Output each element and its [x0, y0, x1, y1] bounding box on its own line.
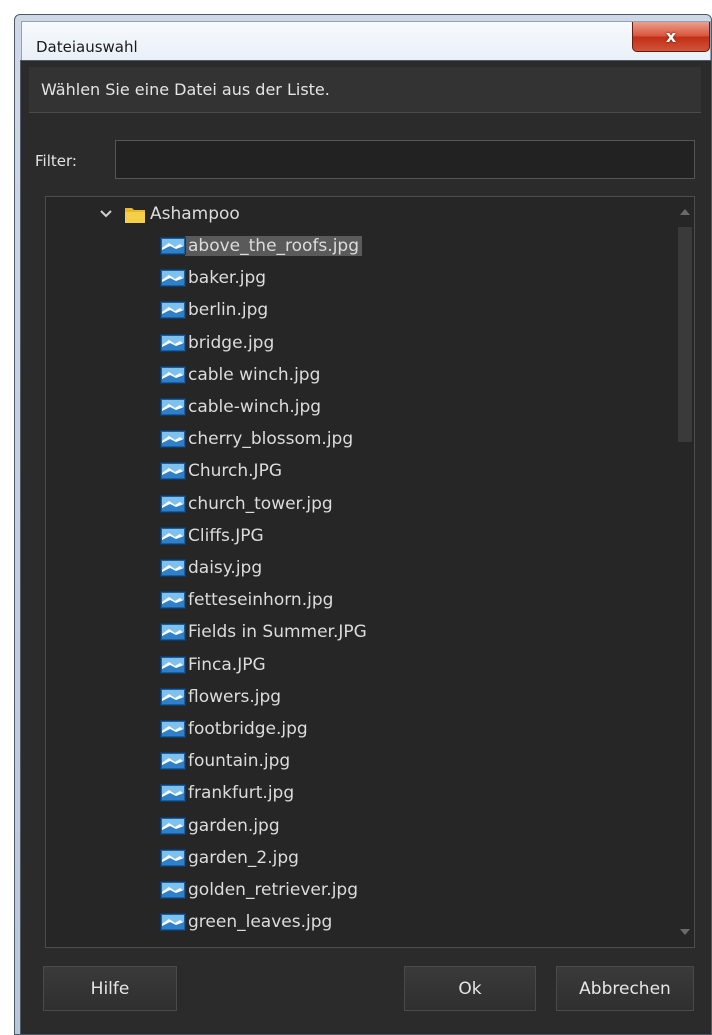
file-list-item[interactable]: cable winch.jpg — [160, 360, 320, 390]
filter-input[interactable] — [115, 140, 695, 179]
file-name: berlin.jpg — [188, 300, 269, 321]
file-name: Finca.JPG — [188, 654, 266, 675]
file-list-item[interactable]: garden.jpg — [160, 811, 280, 841]
file-list-item[interactable]: berlin.jpg — [160, 295, 268, 325]
cancel-button[interactable]: Abbrechen — [556, 966, 694, 1011]
image-file-icon — [160, 301, 186, 320]
file-list-item[interactable]: above_the_roofs.jpg — [160, 231, 362, 261]
tree-folder-row[interactable]: Ashampoo — [96, 199, 240, 229]
scroll-up-arrow-icon[interactable] — [675, 201, 694, 223]
image-file-icon — [160, 591, 186, 610]
file-list-item[interactable]: daisy.jpg — [160, 553, 262, 583]
image-file-icon — [160, 526, 186, 545]
close-icon: x — [665, 27, 677, 46]
file-list-item[interactable]: church_tower.jpg — [160, 489, 333, 519]
file-list-item[interactable]: green_leaves.jpg — [160, 907, 332, 937]
file-name: baker.jpg — [188, 268, 267, 289]
image-file-icon — [160, 365, 186, 384]
file-name: fountain.jpg — [188, 751, 291, 772]
file-list-item[interactable]: Church.JPG — [160, 456, 282, 486]
image-file-icon — [160, 816, 186, 835]
file-list-item[interactable]: bridge.jpg — [160, 328, 274, 358]
image-file-icon — [160, 430, 186, 449]
image-file-icon — [160, 559, 186, 577]
image-file-icon — [160, 623, 186, 642]
file-name: green_leaves.jpg — [188, 912, 333, 933]
filter-label: Filter: — [35, 152, 77, 170]
file-tree[interactable]: Ashampoo above_the_roofs.jpg baker.jpg ber… — [45, 196, 695, 948]
file-name: golden_retriever.jpg — [188, 880, 359, 900]
scroll-down-arrow-icon[interactable] — [675, 921, 694, 943]
folder-name: Ashampoo — [150, 204, 240, 224]
file-list-item[interactable]: Cliffs.JPG — [160, 521, 264, 551]
image-file-icon — [160, 881, 186, 899]
file-name: frankfurt.jpg — [188, 783, 295, 804]
help-button[interactable]: Hilfe — [43, 966, 177, 1011]
file-list-item[interactable]: fetteseinhorn.jpg — [160, 585, 333, 615]
file-name: Church.JPG — [188, 461, 282, 482]
file-list-item[interactable]: cherry_blossom.jpg — [160, 424, 353, 454]
window-title: Dateiauswahl — [36, 38, 138, 56]
image-file-icon — [160, 269, 186, 288]
instruction-text: Wählen Sie eine Datei aus der Liste. — [41, 80, 330, 99]
file-list-item[interactable]: baker.jpg — [160, 263, 266, 293]
file-list-item[interactable]: Fields in Summer.JPG — [160, 617, 367, 647]
image-file-icon — [160, 237, 186, 255]
image-file-icon — [160, 398, 186, 416]
file-name: bridge.jpg — [188, 332, 275, 353]
file-name: footbridge.jpg — [188, 719, 308, 739]
file-name: daisy.jpg — [188, 558, 263, 578]
file-name: Cliffs.JPG — [188, 525, 264, 546]
dialog-body: Wählen Sie eine Datei aus der Liste. Fil… — [20, 60, 712, 1035]
image-file-icon — [160, 687, 186, 706]
file-name: above_the_roofs.jpg — [185, 236, 362, 256]
image-file-icon — [160, 752, 186, 771]
image-file-icon — [160, 333, 186, 352]
file-list-item[interactable]: frankfurt.jpg — [160, 778, 294, 808]
file-name: Fields in Summer.JPG — [188, 622, 367, 643]
instruction-header: Wählen Sie eine Datei aus der Liste. — [29, 67, 701, 113]
image-file-icon — [160, 494, 186, 513]
ok-button[interactable]: Ok — [404, 966, 536, 1011]
image-file-icon — [160, 655, 186, 674]
file-name: cable winch.jpg — [188, 364, 321, 385]
file-list-item[interactable]: flowers.jpg — [160, 682, 281, 712]
file-list-item[interactable]: cable-winch.jpg — [160, 392, 321, 422]
file-name: flowers.jpg — [188, 686, 282, 707]
file-list-item[interactable]: golden_retriever.jpg — [160, 875, 358, 905]
image-file-icon — [160, 462, 186, 481]
folder-icon — [124, 204, 146, 224]
file-name: church_tower.jpg — [188, 493, 333, 514]
file-list-item[interactable]: fountain.jpg — [160, 746, 290, 776]
file-list-item[interactable]: Finca.JPG — [160, 650, 266, 680]
file-name: cherry_blossom.jpg — [188, 429, 354, 450]
image-file-icon — [160, 720, 186, 738]
file-list-item[interactable]: footbridge.jpg — [160, 714, 308, 744]
image-file-icon — [160, 848, 186, 867]
file-list-item[interactable]: garden_2.jpg — [160, 843, 299, 873]
file-name: garden.jpg — [188, 815, 280, 836]
vertical-scrollbar[interactable] — [675, 197, 694, 947]
image-file-icon — [160, 913, 186, 932]
close-button[interactable]: x — [632, 22, 710, 52]
image-file-icon — [160, 784, 186, 803]
chevron-down-icon[interactable] — [96, 204, 116, 224]
scroll-thumb[interactable] — [678, 227, 692, 442]
file-name: garden_2.jpg — [188, 847, 299, 868]
file-name: cable-winch.jpg — [188, 397, 322, 417]
file-name: fetteseinhorn.jpg — [188, 590, 334, 611]
